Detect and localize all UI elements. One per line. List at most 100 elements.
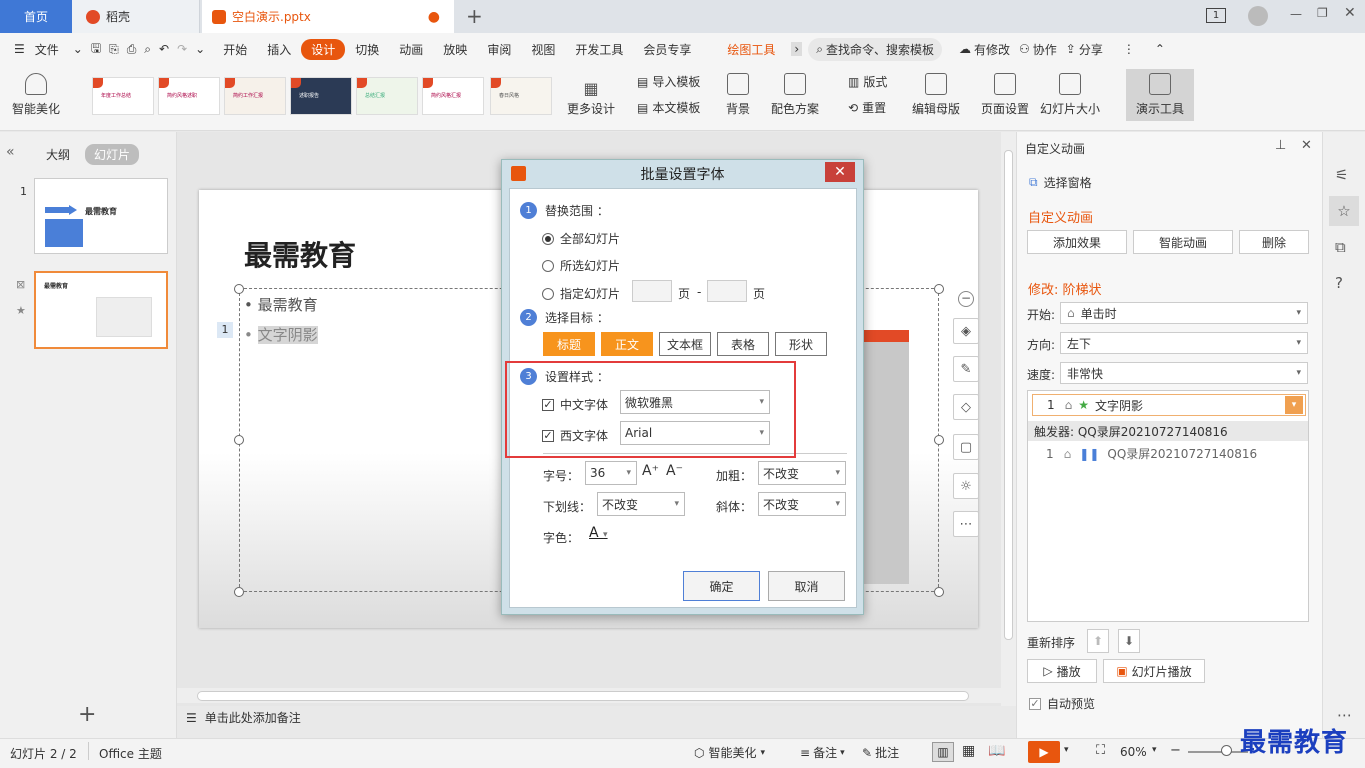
close-icon[interactable]: ✕ xyxy=(1344,5,1356,21)
tab-home[interactable]: 首页 xyxy=(0,0,72,33)
pane-header[interactable]: 自定义动画 xyxy=(1025,140,1085,157)
edit-master-button[interactable]: 编辑母版 xyxy=(912,73,960,117)
radio-selected-slides[interactable]: 所选幻灯片 xyxy=(542,257,620,274)
slide-size-button[interactable]: 幻灯片大小 xyxy=(1040,73,1100,117)
status-notes-button[interactable]: ≡ 备注 ▾ xyxy=(800,744,845,761)
italic-select[interactable]: 不改变 xyxy=(758,492,846,516)
pen-icon[interactable]: ✎ xyxy=(953,356,979,382)
menu-drawing-tools[interactable]: 绘图工具 xyxy=(717,41,785,58)
collapse-panel-icon[interactable]: « xyxy=(6,144,15,160)
presenter-tools-button[interactable]: 演示工具 xyxy=(1126,69,1194,121)
bulb-icon[interactable]: ☼ xyxy=(953,473,979,499)
page-to-input[interactable] xyxy=(707,280,747,302)
customize-icon[interactable]: ⌄ xyxy=(191,42,213,56)
unsaved-dot-icon[interactable]: ● xyxy=(428,9,440,25)
dialog-close-icon[interactable]: ✕ xyxy=(825,162,855,182)
slide-thumbnail-1[interactable]: 最需教育 xyxy=(34,178,168,254)
direction-select[interactable]: 左下 xyxy=(1060,332,1308,354)
chevron-down-icon[interactable]: ▾ xyxy=(1152,745,1157,755)
animation-item-selected[interactable]: 1 ⌂ ★ 文字阴影 ▾ xyxy=(1032,394,1306,416)
template-thumb-7[interactable]: 春日风格 xyxy=(490,77,552,115)
resize-handle[interactable] xyxy=(934,587,944,597)
resize-handle[interactable] xyxy=(934,284,944,294)
format-painter-icon[interactable]: ⎘ xyxy=(105,42,123,57)
smart-beautify-button[interactable]: 智能美化 xyxy=(12,73,60,117)
radio-specified-slides[interactable]: 指定幻灯片 xyxy=(542,285,620,302)
target-title-button[interactable]: 标题 xyxy=(543,332,595,356)
more-icon[interactable]: ⋮ xyxy=(1113,42,1145,56)
play-slideshow-icon[interactable]: ▶ xyxy=(1028,741,1060,763)
template-thumb-5[interactable]: 总结汇报 xyxy=(356,77,418,115)
template-thumb-3[interactable]: 简约工作汇报 xyxy=(224,77,286,115)
bullet-2[interactable]: • 文字阴影 xyxy=(244,324,318,345)
increase-font-icon[interactable]: A⁺ xyxy=(642,463,659,479)
transition-icon[interactable]: ⧉ xyxy=(1335,238,1346,256)
minimize-icon[interactable]: — xyxy=(1290,7,1302,21)
menu-review[interactable]: 审阅 xyxy=(477,41,521,58)
move-down-icon[interactable]: ⬇ xyxy=(1118,629,1140,653)
reading-view-icon[interactable]: 📖 xyxy=(988,743,1005,759)
vertical-scrollbar[interactable] xyxy=(1001,132,1016,706)
minus-icon[interactable]: − xyxy=(958,291,974,307)
decrease-font-icon[interactable]: A⁻ xyxy=(666,463,683,479)
normal-view-icon[interactable]: ▥ xyxy=(932,742,954,762)
add-slide-icon[interactable]: + xyxy=(78,702,96,727)
share-button[interactable]: 分享 xyxy=(1079,41,1113,58)
target-table-button[interactable]: 表格 xyxy=(717,332,769,356)
menu-developer[interactable]: 开发工具 xyxy=(565,41,633,58)
help-icon[interactable]: ? xyxy=(1335,274,1343,292)
adjust-icon[interactable]: ⚟ xyxy=(1335,166,1348,184)
more-icon[interactable]: ⋯ xyxy=(953,511,979,537)
color-scheme-button[interactable]: 配色方案 xyxy=(771,73,819,117)
animation-item-2[interactable]: 1 ⌂ ❚❚ QQ录屏20210727140816 xyxy=(1046,445,1257,462)
zoom-out-icon[interactable]: − xyxy=(1170,743,1181,758)
zoom-slider[interactable] xyxy=(1188,751,1248,753)
menu-file[interactable]: 文件 xyxy=(35,41,69,58)
page-setup-button[interactable]: 页面设置 xyxy=(981,73,1029,117)
font-color-icon[interactable]: A ▾ xyxy=(589,525,608,541)
cancel-button[interactable]: 取消 xyxy=(768,571,845,601)
fill-icon[interactable]: ◇ xyxy=(953,394,979,420)
menu-slideshow[interactable]: 放映 xyxy=(433,41,477,58)
tab-slides[interactable]: 幻灯片 xyxy=(85,144,140,165)
background-button[interactable]: 背景 xyxy=(726,73,750,117)
page-from-input[interactable] xyxy=(632,280,672,302)
speed-select[interactable]: 非常快 xyxy=(1060,362,1308,384)
layers-icon[interactable]: ◈ xyxy=(953,318,979,344)
status-beautify-button[interactable]: ⬡ 智能美化 ▾ xyxy=(694,744,765,761)
slideshow-button[interactable]: ▣ 幻灯片播放 xyxy=(1103,659,1205,683)
pane-close-icon[interactable]: ✕ xyxy=(1301,138,1312,153)
this-template-button[interactable]: ▤ 本文模板 xyxy=(637,99,700,116)
zoom-level[interactable]: 60% xyxy=(1120,745,1147,759)
menu-member[interactable]: 会员专享 xyxy=(633,41,701,58)
collab-button[interactable]: 协作 xyxy=(1033,41,1063,58)
window-count-badge[interactable]: 1 xyxy=(1206,8,1226,23)
modified-button[interactable]: 有修改 xyxy=(974,41,1016,58)
chevron-down-icon[interactable]: ⌄ xyxy=(69,42,87,56)
target-shape-button[interactable]: 形状 xyxy=(775,332,827,356)
start-select[interactable]: ⌂ 单击时 xyxy=(1060,302,1308,324)
redo-icon[interactable]: ↷ xyxy=(173,42,191,56)
font-size-select[interactable]: 36 xyxy=(585,461,637,485)
avatar[interactable] xyxy=(1248,6,1268,26)
collapse-ribbon-icon[interactable]: ⌃ xyxy=(1145,42,1175,56)
radio-all-slides[interactable]: 全部幻灯片 xyxy=(542,230,620,247)
theme-name[interactable]: Office 主题 xyxy=(99,745,162,762)
trigger-row[interactable]: 触发器: QQ录屏20210727140816 xyxy=(1028,421,1308,441)
target-body-button[interactable]: 正文 xyxy=(601,332,653,356)
undo-icon[interactable]: ↶ xyxy=(155,42,173,56)
ok-button[interactable]: 确定 xyxy=(683,571,760,601)
template-thumb-6[interactable]: 简约风格汇报 xyxy=(422,77,484,115)
menu-insert[interactable]: 插入 xyxy=(257,41,301,58)
search-box[interactable]: ⌕ 查找命令、搜索模板 xyxy=(808,37,942,61)
bullet-1[interactable]: • 最需教育 xyxy=(244,294,318,315)
tab-outline[interactable]: 大纲 xyxy=(46,146,70,163)
template-thumb-2[interactable]: 简约风格述职 xyxy=(158,77,220,115)
target-textbox-button[interactable]: 文本框 xyxy=(659,332,711,356)
item-dropdown-icon[interactable]: ▾ xyxy=(1285,396,1303,414)
tab-docer[interactable]: 稻壳 xyxy=(72,0,200,33)
chevron-down-icon[interactable]: ▾ xyxy=(1064,745,1069,755)
reset-button[interactable]: ⟲ 重置 xyxy=(848,99,886,116)
video-object[interactable] xyxy=(861,330,909,584)
restore-icon[interactable]: ❐ xyxy=(1317,6,1328,20)
